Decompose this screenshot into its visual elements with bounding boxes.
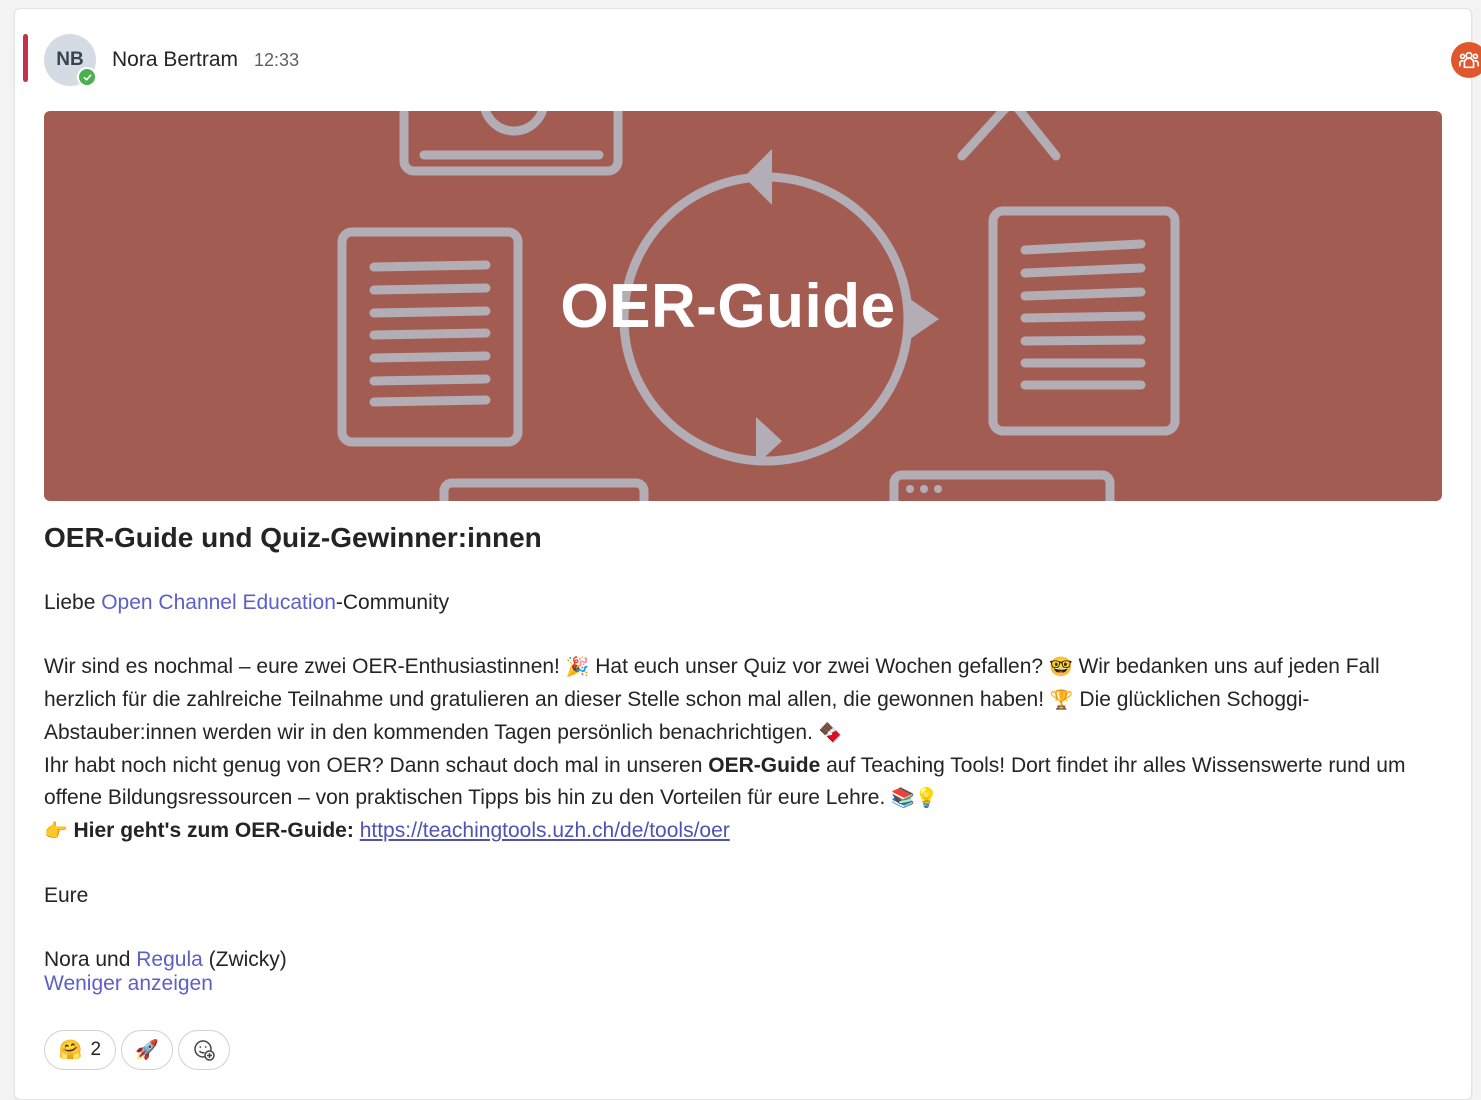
trophy-icon: 🏆 bbox=[1049, 690, 1074, 711]
rocket-icon: 🚀 bbox=[135, 1040, 159, 1061]
post-title: OER-Guide und Quiz-Gewinner:innen bbox=[44, 522, 542, 553]
p1-text-a: Wir sind es nochmal – eure zwei OER-Enth… bbox=[44, 655, 566, 678]
nerd-face-icon: 🤓 bbox=[1048, 657, 1073, 678]
reaction-hug[interactable]: 🤗 2 bbox=[44, 1030, 116, 1070]
channel-mention[interactable]: Open Channel Education bbox=[101, 591, 336, 614]
user-mention-regula[interactable]: Regula bbox=[136, 948, 203, 971]
oer-guide-banner-image[interactable]: OER-Guide bbox=[44, 111, 1442, 501]
avatar[interactable]: NB bbox=[44, 34, 97, 87]
presence-available-icon bbox=[77, 67, 97, 87]
message-time: 12:33 bbox=[254, 49, 300, 70]
books-lightbulb-icon: 📚💡 bbox=[891, 788, 939, 809]
show-less-link[interactable]: Weniger anzeigen bbox=[44, 972, 213, 996]
banner-title: OER-Guide bbox=[560, 271, 896, 341]
message-header: NB Nora Bertram 12:33 bbox=[44, 34, 300, 87]
pointing-hand-icon: 👉 bbox=[44, 821, 68, 842]
add-reaction-icon bbox=[194, 1040, 215, 1061]
reaction-rocket[interactable]: 🚀 bbox=[121, 1030, 173, 1070]
p3-bold: Hier geht's zum OER-Guide: bbox=[67, 819, 360, 842]
sign-off: Eure bbox=[44, 884, 89, 907]
unread-accent-bar bbox=[23, 34, 28, 82]
greeting-suffix: -Community bbox=[335, 591, 450, 614]
team-icon[interactable] bbox=[1451, 42, 1481, 78]
author-name[interactable]: Nora Bertram bbox=[112, 48, 238, 72]
avatar-initials: NB bbox=[56, 49, 84, 70]
paragraph-guide: Ihr habt noch nicht genug von OER? Dann … bbox=[44, 750, 1444, 815]
paragraph-link: 👉 Hier geht's zum OER-Guide: https://tea… bbox=[44, 815, 1444, 848]
signature-text: Nora und bbox=[44, 948, 137, 971]
signature-suffix: (Zwicky) bbox=[202, 948, 287, 971]
greeting-line: Liebe Open Channel Education-Community bbox=[44, 587, 1444, 619]
p2-text-a: Ihr habt noch nicht genug von OER? Dann … bbox=[44, 754, 709, 777]
message-body: Liebe Open Channel Education-Community W… bbox=[44, 587, 1444, 976]
party-popper-icon: 🎉 bbox=[565, 657, 590, 678]
chocolate-icon: 🍫 bbox=[818, 723, 843, 744]
p1-text-b: Hat euch unser Quiz vor zwei Wochen gefa… bbox=[589, 655, 1049, 678]
p2-bold: OER-Guide bbox=[708, 754, 821, 777]
add-reaction-button[interactable] bbox=[178, 1030, 230, 1070]
oer-guide-link[interactable]: https://teachingtools.uzh.ch/de/tools/oe… bbox=[360, 819, 730, 842]
reaction-count: 2 bbox=[90, 1039, 102, 1060]
reactions-bar: 🤗 2 🚀 bbox=[44, 1030, 230, 1070]
signature-line: Nora und Regula (Zwicky) bbox=[44, 944, 1444, 976]
hugging-face-icon: 🤗 bbox=[58, 1040, 83, 1061]
paragraph-quiz: Wir sind es nochmal – eure zwei OER-Enth… bbox=[44, 651, 1444, 750]
greeting-text: Liebe bbox=[44, 591, 102, 614]
